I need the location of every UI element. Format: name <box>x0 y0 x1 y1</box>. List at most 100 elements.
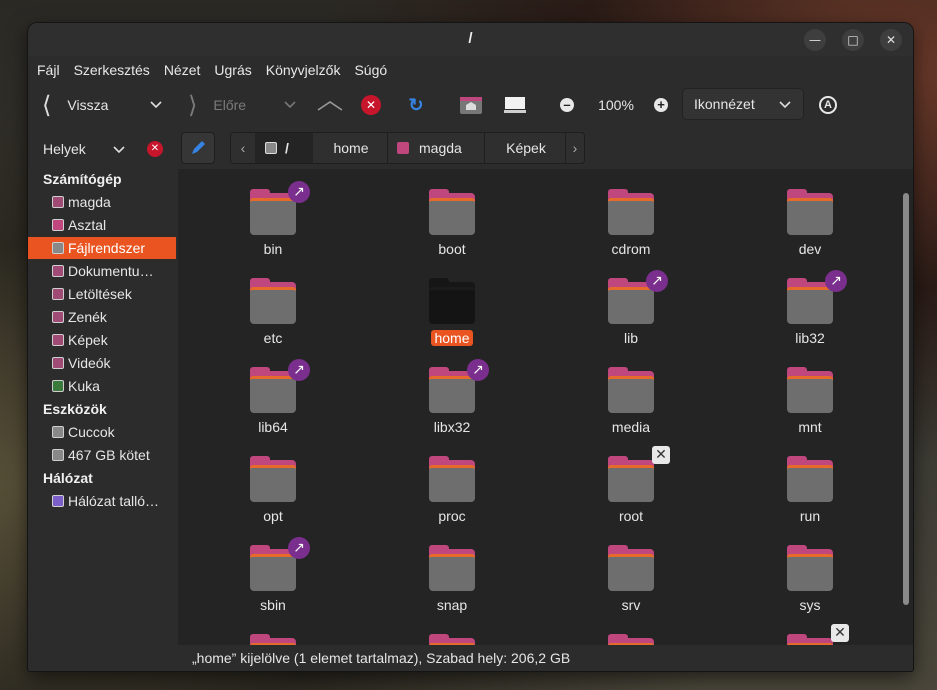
window-title: / <box>468 30 473 47</box>
breadcrumb-root[interactable]: / <box>255 133 313 163</box>
location-bar: Helyek ✕ ‹ / home magda Képek › <box>28 127 913 171</box>
sidebar-item[interactable]: Hálózat talló… <box>28 490 176 512</box>
file-item[interactable] <box>586 634 676 645</box>
stop-icon: ✕ <box>361 95 381 115</box>
folder-icon <box>787 189 833 235</box>
zoom-out-icon: – <box>560 98 574 112</box>
place-icon <box>52 242 64 254</box>
stop-button[interactable]: ✕ <box>360 90 382 120</box>
sidebar-item[interactable]: Képek <box>28 329 176 351</box>
file-item[interactable]: cdrom <box>586 189 676 257</box>
sidebar-item[interactable]: Kuka <box>28 375 176 397</box>
breadcrumb: ‹ / home magda Képek › <box>230 132 585 164</box>
file-name-label: root <box>618 508 644 524</box>
file-name-label: bin <box>263 241 283 257</box>
sidebar-item[interactable]: Cuccok <box>28 421 176 443</box>
file-item[interactable]: snap <box>407 545 497 613</box>
folder-icon <box>250 456 296 502</box>
place-icon <box>52 311 64 323</box>
file-item[interactable]: boot <box>407 189 497 257</box>
home-button[interactable] <box>458 90 484 120</box>
maximize-button[interactable]: □ <box>842 29 864 51</box>
unreadable-emblem-icon: ✕ <box>831 624 849 642</box>
search-button[interactable]: A <box>816 90 840 120</box>
view-mode-select[interactable]: Ikonnézet <box>682 88 804 120</box>
toggle-location-entry-button[interactable] <box>181 132 215 164</box>
file-item[interactable]: ↗ bin <box>228 181 318 257</box>
file-item[interactable]: dev <box>765 189 855 257</box>
forward-history-dropdown[interactable] <box>282 90 298 120</box>
sidebar-item[interactable]: Fájlrendszer <box>28 237 176 259</box>
menu-file[interactable]: Fájl <box>37 62 60 78</box>
zoom-level[interactable]: 100% <box>592 90 640 120</box>
folder-icon: ↗ <box>608 270 668 324</box>
close-sidebar-button[interactable]: ✕ <box>147 141 163 157</box>
folder-icon <box>787 545 833 591</box>
file-view[interactable]: ↗ bin boot cdrom dev etc home ↗ lib ↗ lib32 ↗ lib64 ↗… <box>178 169 913 645</box>
file-item[interactable]: ↗ libx32 <box>407 359 497 435</box>
folder-icon <box>429 634 475 645</box>
file-item[interactable]: ✕ <box>765 624 855 645</box>
titlebar[interactable]: / — □ ✕ <box>28 23 913 56</box>
unreadable-emblem-icon: ✕ <box>652 446 670 464</box>
file-item[interactable]: run <box>765 456 855 524</box>
status-bar: „home” kijelölve (1 elemet tartalmaz), S… <box>178 645 913 671</box>
breadcrumb-scroll-right[interactable]: › <box>565 133 585 163</box>
sidebar-item[interactable]: Asztal <box>28 214 176 236</box>
computer-button[interactable] <box>502 90 528 120</box>
sidebar-item[interactable]: Dokumentu… <box>28 260 176 282</box>
up-button[interactable] <box>316 90 344 120</box>
menu-view[interactable]: Nézet <box>164 62 201 78</box>
reload-button[interactable]: ↻ <box>404 90 428 120</box>
menu-bookmarks[interactable]: Könyvjelzők <box>266 62 341 78</box>
zoom-in-button[interactable]: + <box>652 90 670 120</box>
file-item[interactable]: ✕ root <box>586 446 676 524</box>
file-name-label: srv <box>621 597 641 613</box>
breadcrumb-pictures[interactable]: Képek <box>487 133 566 163</box>
folder-icon <box>429 278 475 324</box>
sidebar-item[interactable]: Zenék <box>28 306 176 328</box>
folder-icon: ↗ <box>250 537 310 591</box>
menu-edit[interactable]: Szerkesztés <box>74 62 150 78</box>
places-selector[interactable]: Helyek <box>43 134 133 164</box>
file-item[interactable]: ↗ sbin <box>228 537 318 613</box>
file-item[interactable]: media <box>586 367 676 435</box>
file-item[interactable]: sys <box>765 545 855 613</box>
place-icon <box>52 265 64 277</box>
close-button[interactable]: ✕ <box>880 29 902 51</box>
back-history-dropdown[interactable] <box>148 90 164 120</box>
sidebar-item[interactable]: Videók <box>28 352 176 374</box>
file-item[interactable]: etc <box>228 278 318 346</box>
minimize-button[interactable]: — <box>804 29 826 51</box>
sidebar-item[interactable]: magda <box>28 191 176 213</box>
file-item[interactable]: ↗ lib32 <box>765 270 855 346</box>
scrollbar[interactable] <box>903 193 909 605</box>
breadcrumb-home[interactable]: home <box>315 133 388 163</box>
file-item[interactable] <box>407 634 497 645</box>
sidebar-item[interactable]: 467 GB kötet <box>28 444 176 466</box>
menu-go[interactable]: Ugrás <box>214 62 251 78</box>
file-item[interactable]: opt <box>228 456 318 524</box>
file-item[interactable]: ↗ lib64 <box>228 359 318 435</box>
menu-help[interactable]: Súgó <box>354 62 387 78</box>
sidebar-section-title: Eszközök <box>43 401 107 417</box>
file-item[interactable]: home <box>407 278 497 347</box>
file-item[interactable]: mnt <box>765 367 855 435</box>
place-icon <box>52 380 64 392</box>
forward-button[interactable]: ⟩ Előre <box>188 90 288 120</box>
symlink-emblem-icon: ↗ <box>288 537 310 559</box>
breadcrumb-pictures-label: Képek <box>506 140 546 156</box>
breadcrumb-scroll-left[interactable]: ‹ <box>231 133 255 163</box>
sidebar-section-title: Számítógép <box>43 171 122 187</box>
file-item[interactable] <box>228 634 318 645</box>
zoom-out-button[interactable]: – <box>558 90 576 120</box>
symlink-emblem-icon: ↗ <box>288 359 310 381</box>
file-item[interactable]: srv <box>586 545 676 613</box>
back-button[interactable]: ⟨ Vissza <box>42 90 152 120</box>
folder-icon <box>429 189 475 235</box>
breadcrumb-magda[interactable]: magda <box>389 133 485 163</box>
sidebar-item[interactable]: Letöltések <box>28 283 176 305</box>
place-icon <box>52 288 64 300</box>
file-item[interactable]: ↗ lib <box>586 270 676 346</box>
file-item[interactable]: proc <box>407 456 497 524</box>
